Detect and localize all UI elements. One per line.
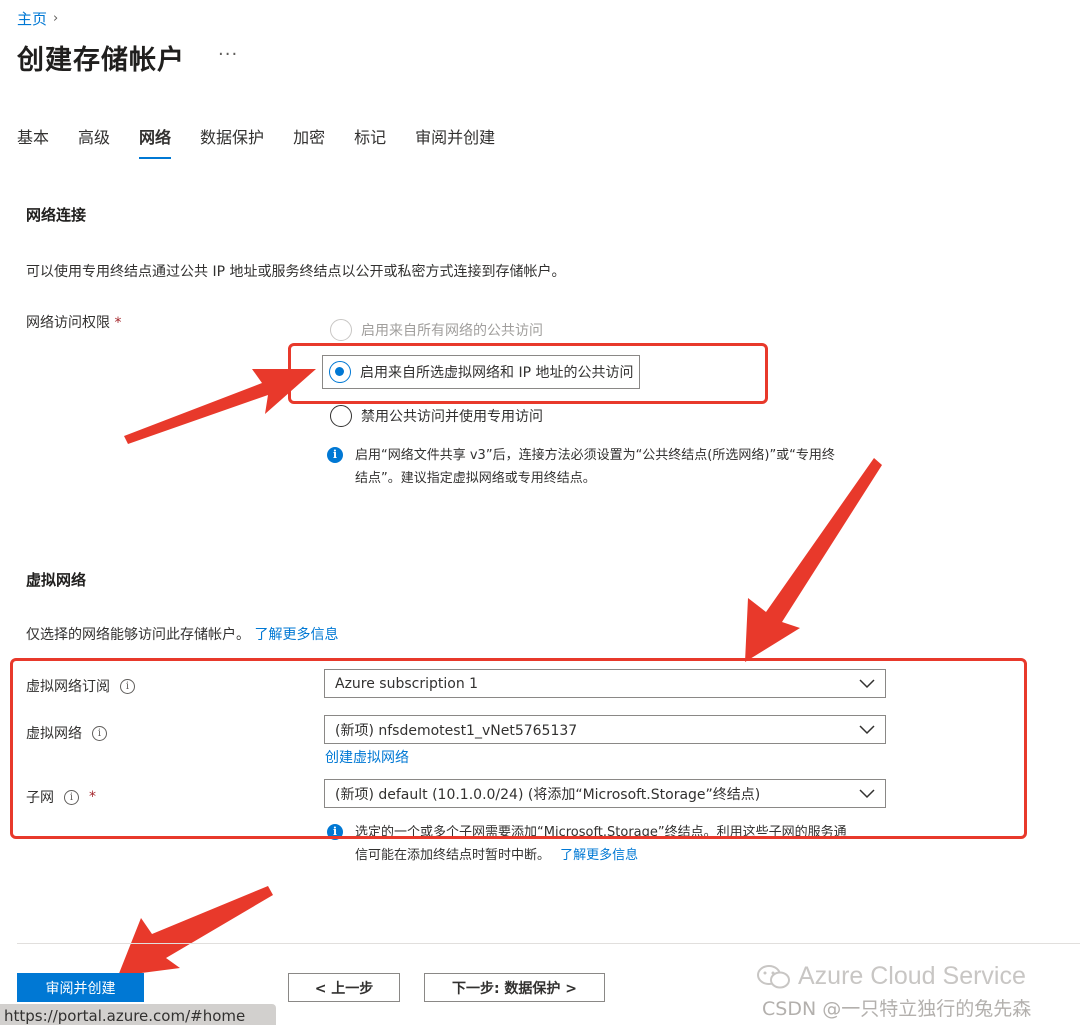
radio-public-all-networks[interactable]: 启用来自所有网络的公共访问	[330, 319, 543, 341]
radio-button[interactable]	[330, 405, 352, 427]
footer-divider	[17, 943, 1080, 944]
nfs-info-line: 启用“网络文件共享 v3”后，连接方法必须设置为“公共终结点(所选网络)”或“专…	[355, 448, 835, 463]
review-create-button[interactable]: 审阅并创建	[17, 973, 144, 1002]
virtual-networks-heading: 虚拟网络	[26, 571, 87, 589]
watermark-title: Azure Cloud Service	[798, 962, 1026, 990]
learn-more-link[interactable]: 了解更多信息	[254, 627, 338, 643]
radio-label: 禁用公共访问并使用专用访问	[361, 409, 543, 425]
tab-basics[interactable]: 基本	[17, 124, 49, 159]
info-icon: i	[327, 447, 343, 463]
more-options-button[interactable]: ···	[218, 44, 238, 65]
nfs-info-text: 启用“网络文件共享 v3”后，连接方法必须设置为“公共终结点(所选网络)”或“专…	[355, 444, 835, 490]
tab-data-protection[interactable]: 数据保护	[200, 124, 264, 159]
tab-review-create[interactable]: 审阅并创建	[415, 124, 495, 159]
browser-status-url: https://portal.azure.com/#home	[0, 1004, 276, 1025]
radio-disable-public-access[interactable]: 禁用公共访问并使用专用访问	[330, 405, 543, 427]
annotation-arrow	[118, 886, 273, 976]
network-access-label-text: 网络访问权限	[26, 315, 110, 331]
next-data-protection-button[interactable]: 下一步: 数据保护 >	[424, 973, 605, 1002]
vnet-description-text: 仅选择的网络能够访问此存储帐户。	[26, 627, 250, 643]
network-connectivity-heading: 网络连接	[26, 206, 87, 224]
tab-encryption[interactable]: 加密	[293, 124, 325, 159]
nfs-info-line: 结点”。建议指定虚拟网络或专用终结点。	[355, 471, 596, 486]
tab-networking[interactable]: 网络	[139, 124, 172, 159]
network-description: 可以使用专用终结点通过公共 IP 地址或服务终结点以公开或私密方式连接到存储帐户…	[26, 264, 566, 280]
tab-advanced[interactable]: 高级	[78, 124, 110, 159]
required-mark: *	[114, 315, 122, 331]
tab-tags[interactable]: 标记	[354, 124, 386, 159]
wechat-logo-icon	[757, 964, 790, 988]
tab-bar: 基本 高级 网络 数据保护 加密 标记 审阅并创建	[17, 124, 524, 159]
learn-more-link[interactable]: 了解更多信息	[560, 848, 638, 863]
page-title: 创建存储帐户	[17, 45, 185, 76]
watermark: Azure Cloud Service	[756, 962, 1026, 991]
subnet-info-line: 信可能在添加终结点时暂时中断。 了解更多信息	[355, 844, 847, 867]
breadcrumb: 主页 ›	[17, 8, 58, 29]
radio-label: 启用来自所有网络的公共访问	[361, 323, 543, 339]
watermark-author: CSDN @一只特立独行的兔先森	[762, 998, 1032, 1020]
vnet-description: 仅选择的网络能够访问此存储帐户。 了解更多信息	[26, 624, 338, 644]
radio-button[interactable]	[330, 319, 352, 341]
subnet-info-line-text: 信可能在添加终结点时暂时中断。	[355, 848, 551, 863]
breadcrumb-home-link[interactable]: 主页	[17, 8, 47, 29]
previous-button[interactable]: < 上一步	[288, 973, 400, 1002]
network-access-label: 网络访问权限 *	[26, 312, 121, 332]
annotation-highlight-box	[288, 343, 768, 404]
chevron-right-icon: ›	[53, 11, 59, 26]
annotation-highlight-box	[10, 658, 1027, 839]
nfs-info-message: i 启用“网络文件共享 v3”后，连接方法必须设置为“公共终结点(所选网络)”或…	[327, 444, 835, 490]
